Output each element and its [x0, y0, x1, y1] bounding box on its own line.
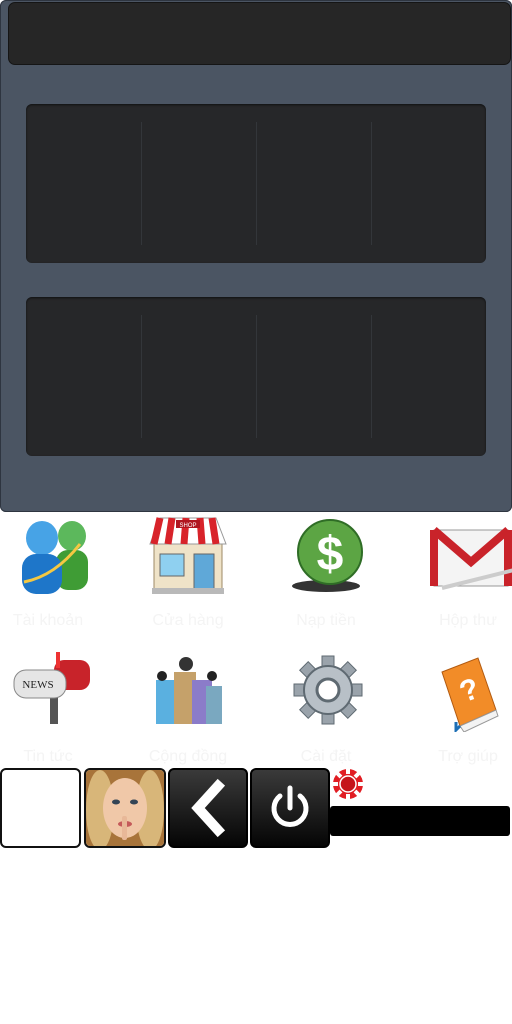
back-button[interactable] — [168, 768, 248, 848]
status-bar — [330, 806, 510, 836]
avatar-photo — [86, 770, 164, 846]
power-button[interactable] — [250, 768, 330, 848]
mail-icon — [430, 526, 512, 590]
main-panel — [0, 0, 512, 512]
app-label: Hộp thư — [439, 612, 497, 629]
back-chevron-icon — [191, 778, 226, 838]
power-icon — [271, 785, 309, 827]
app-label: Trợ giúp — [438, 748, 498, 765]
app-settings[interactable]: Cài đặt — [266, 648, 386, 768]
app-messenger[interactable]: Tài khoản — [0, 512, 108, 632]
shop-icon: SHOP — [149, 517, 227, 594]
app-label: Tài khoản — [12, 612, 84, 629]
app-label: Cài đặt — [300, 748, 352, 765]
svg-text:SHOP: SHOP — [179, 523, 196, 529]
title-bar — [8, 2, 511, 65]
empty-slot[interactable] — [0, 768, 81, 848]
app-label: Cộng đồng — [148, 748, 228, 765]
poker-chip-icon — [333, 769, 363, 799]
app-shop[interactable]: SHOP Cửa hàng — [128, 512, 248, 632]
app-help[interactable]: ? Trợ giúp — [408, 648, 512, 768]
gear-icon — [293, 655, 363, 725]
news-mailbox-icon: NEWS — [13, 652, 90, 724]
dollar-icon: $ — [292, 519, 363, 592]
app-label: Tin tức — [23, 748, 73, 765]
help-book-icon: ? — [441, 657, 499, 732]
app-news[interactable]: NEWS Tin tức — [0, 648, 108, 768]
slot-row-2 — [26, 297, 486, 456]
community-icon — [156, 657, 222, 724]
app-label: Cửa hàng — [152, 612, 224, 629]
svg-text:$: $ — [317, 528, 344, 581]
app-mail[interactable]: Hộp thư — [408, 512, 512, 632]
app-topup[interactable]: $ Nạp tiền — [266, 512, 386, 632]
slot-row-1 — [26, 104, 486, 263]
app-label: Nạp tiền — [296, 612, 356, 629]
avatar[interactable] — [84, 768, 166, 848]
svg-text:NEWS: NEWS — [22, 679, 53, 691]
app-community[interactable]: Cộng đồng — [128, 648, 248, 768]
messenger-icon — [22, 521, 88, 594]
